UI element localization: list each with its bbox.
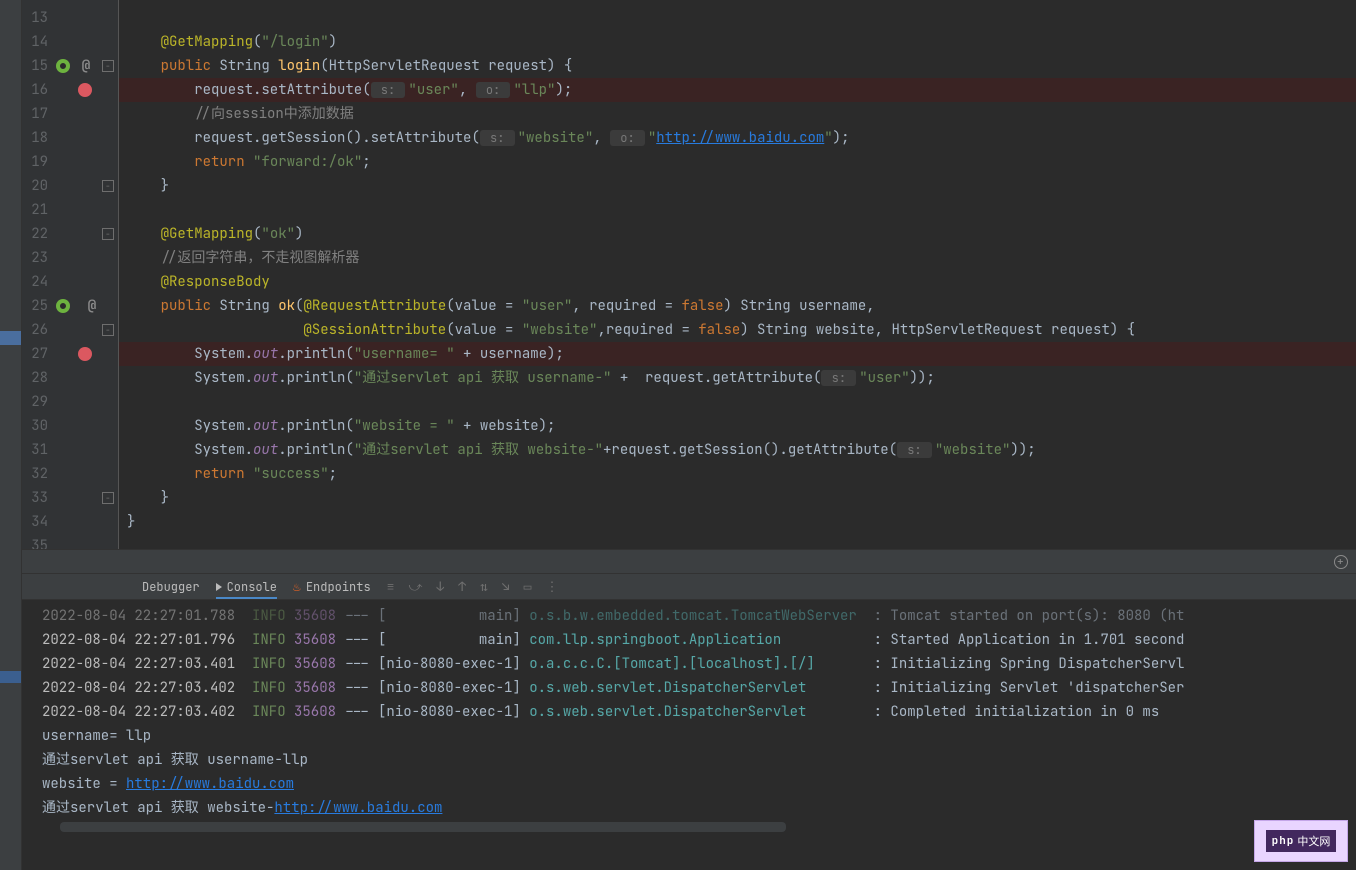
flame-icon: ♨	[293, 578, 301, 595]
override-icon[interactable]: @	[82, 57, 90, 75]
gutter-marks[interactable]: @− − − @ − −	[52, 0, 118, 549]
ide-root: 13141516 17181920 21222324 25262728 2930…	[0, 0, 1356, 870]
editor-area: 13141516 17181920 21222324 25262728 2930…	[22, 0, 1356, 549]
target-icon[interactable]	[1334, 555, 1348, 569]
evaluate-icon[interactable]: ▭	[524, 578, 532, 595]
console-output[interactable]: 2022-08-04 22:27:01.788 INFO 35608 --- […	[22, 600, 1356, 870]
url-link[interactable]: http://www.baidu.com	[274, 799, 442, 817]
step-into-icon[interactable]: ↓	[436, 578, 444, 595]
fold-icon[interactable]: −	[102, 60, 114, 72]
tab-console[interactable]: Console	[216, 579, 277, 599]
force-step-icon[interactable]: ⇅	[480, 578, 488, 595]
main-area: 13141516 17181920 21222324 25262728 2930…	[22, 0, 1356, 870]
url-link[interactable]: http://www.baidu.com	[126, 775, 294, 793]
tool-window-bar[interactable]	[0, 0, 22, 870]
horizontal-scrollbar[interactable]	[60, 822, 786, 832]
fold-icon[interactable]: −	[102, 228, 114, 240]
breakpoint-icon[interactable]	[78, 83, 92, 97]
fold-icon[interactable]: −	[102, 180, 114, 192]
debug-toolbar[interactable]: ≡ ⤻ ↓ ↑ ⇅ ↘ ▭ ⋮	[387, 578, 559, 595]
watermark-badge: php中文网	[1254, 820, 1348, 862]
tab-endpoints[interactable]: ♨Endpoints	[293, 578, 371, 595]
play-icon	[216, 583, 222, 591]
more-icon[interactable]: ⋮	[545, 578, 558, 595]
line-numbers: 13141516 17181920 21222324 25262728 2930…	[22, 0, 52, 549]
filter-icon[interactable]: ≡	[387, 578, 395, 595]
override-icon[interactable]: @	[88, 297, 96, 315]
code-editor[interactable]: @GetMapping("/login") public String logi…	[119, 0, 1356, 549]
fold-icon[interactable]: −	[102, 324, 114, 336]
breakpoint-icon[interactable]	[78, 347, 92, 361]
spring-icon[interactable]	[56, 299, 70, 313]
editor-gutter[interactable]: 13141516 17181920 21222324 25262728 2930…	[22, 0, 119, 549]
fold-icon[interactable]: −	[102, 492, 114, 504]
step-over-icon[interactable]: ⤻	[408, 578, 422, 595]
debug-panel: Debugger Console ♨Endpoints ≡ ⤻ ↓ ↑ ⇅ ↘ …	[22, 573, 1356, 870]
editor-footer	[22, 549, 1356, 573]
spring-icon[interactable]	[56, 59, 70, 73]
debug-tabs: Debugger Console ♨Endpoints ≡ ⤻ ↓ ↑ ⇅ ↘ …	[22, 574, 1356, 600]
step-out-icon[interactable]: ↑	[458, 578, 466, 595]
run-to-cursor-icon[interactable]: ↘	[502, 578, 510, 595]
tab-debugger[interactable]: Debugger	[142, 579, 200, 595]
